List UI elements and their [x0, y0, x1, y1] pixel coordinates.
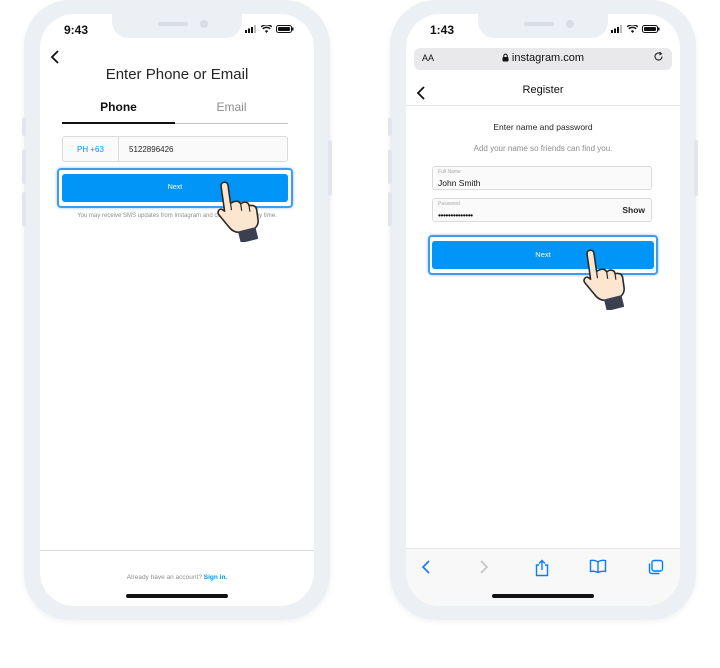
book-icon[interactable]: [588, 559, 608, 579]
full-name-label: Full Name: [438, 169, 461, 175]
safari-back-icon[interactable]: [416, 559, 436, 579]
phone-frame-left: 9:43 Enter Phone or Email Phone Email PH…: [22, 0, 332, 620]
signal-icon: [245, 25, 256, 33]
footer-text: Already have an account?: [126, 574, 202, 581]
form-heading: Enter name and password: [493, 122, 593, 132]
reload-icon[interactable]: [653, 51, 664, 65]
footer-divider: [40, 550, 314, 551]
tab-bar: Phone Email: [62, 100, 288, 124]
wifi-icon: [627, 25, 638, 33]
side-button: [388, 192, 392, 226]
form-subheading: Add your name so friends can find you.: [473, 144, 613, 153]
status-bar: 9:43: [40, 22, 314, 40]
full-name-field[interactable]: Full Name John Smith: [432, 166, 652, 190]
password-input[interactable]: ••••••••••••••: [438, 210, 473, 220]
phone-number-field[interactable]: PH +63 5122896426: [62, 136, 288, 162]
pointing-hand-icon: [217, 181, 259, 242]
battery-icon: [276, 25, 294, 33]
url-text: instagram.com: [511, 52, 585, 64]
side-button: [22, 192, 26, 226]
pointing-hand-icon: [583, 249, 625, 310]
lock-icon: [502, 53, 509, 62]
full-name-input[interactable]: John Smith: [438, 178, 481, 188]
tab-email[interactable]: Email: [175, 100, 288, 123]
home-indicator: [492, 594, 594, 598]
phone-number-input[interactable]: 5122896426: [119, 145, 174, 154]
side-button: [388, 118, 392, 136]
side-button: [694, 140, 698, 196]
side-button: [22, 150, 26, 184]
battery-icon: [642, 25, 660, 33]
share-icon[interactable]: [532, 559, 552, 579]
status-time: 9:43: [64, 23, 89, 37]
safari-forward-icon[interactable]: [474, 559, 494, 579]
wifi-icon: [261, 25, 272, 33]
footer: Already have an account? Sign in.: [40, 574, 314, 581]
address-bar[interactable]: AA instagram.com: [414, 48, 672, 70]
tab-phone[interactable]: Phone: [62, 100, 175, 124]
side-button: [328, 140, 332, 196]
side-button: [388, 150, 392, 184]
page-title: Enter Phone or Email: [105, 66, 249, 83]
status-icons: [245, 25, 294, 33]
page-header: Register: [406, 80, 680, 106]
sign-in-link[interactable]: Sign in.: [204, 574, 227, 581]
screen-left: 9:43 Enter Phone or Email Phone Email PH…: [40, 14, 314, 606]
show-password-button[interactable]: Show: [622, 205, 645, 215]
signal-icon: [611, 25, 622, 33]
phone-frame-right: 1:43 AA instagram.com Register Enter nam…: [388, 0, 698, 620]
screen-right: 1:43 AA instagram.com Register Enter nam…: [406, 14, 680, 606]
status-bar: 1:43: [406, 22, 680, 40]
url-display[interactable]: instagram.com: [414, 52, 672, 64]
status-time: 1:43: [430, 23, 455, 37]
password-field[interactable]: Password •••••••••••••• Show: [432, 198, 652, 222]
password-label: Password: [438, 201, 460, 207]
side-button: [22, 118, 26, 136]
country-code-selector[interactable]: PH +63: [63, 137, 119, 161]
page-title: Register: [522, 84, 564, 96]
status-icons: [611, 25, 660, 33]
tabs-icon[interactable]: [646, 559, 666, 579]
home-indicator: [126, 594, 228, 598]
